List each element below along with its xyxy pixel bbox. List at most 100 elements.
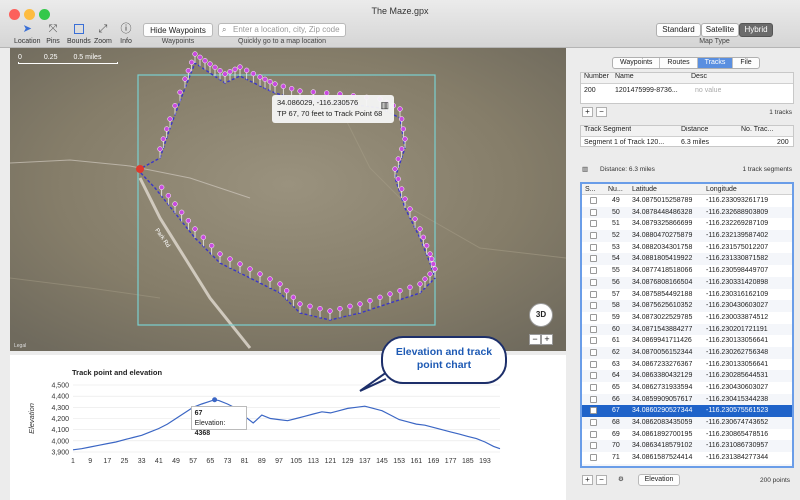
track-point-pin[interactable] <box>212 64 218 70</box>
track-point-pin[interactable] <box>237 64 243 70</box>
table-row[interactable]: 52 34.0880470275879 -116.232139587402 <box>582 230 792 242</box>
track-point-pin[interactable] <box>395 176 401 182</box>
map-type-hybrid[interactable]: Hybrid <box>739 23 773 37</box>
row-checkbox[interactable] <box>590 465 597 466</box>
info-tool[interactable]: ⓘ Info <box>119 22 133 45</box>
table-row[interactable]: Segment 1 of Track 120... 6.3 miles 200 <box>581 137 793 148</box>
col-select[interactable]: S... <box>585 184 596 195</box>
track-point-pin[interactable] <box>272 81 278 87</box>
row-checkbox[interactable] <box>590 243 597 251</box>
row-checkbox[interactable] <box>590 302 597 310</box>
track-point-pin[interactable] <box>257 271 263 277</box>
table-row[interactable]: 69 34.0861892700195 -116.230865478516 <box>582 429 792 441</box>
row-checkbox[interactable] <box>590 419 597 427</box>
row-checkbox[interactable] <box>590 220 597 228</box>
row-checkbox[interactable] <box>590 267 597 275</box>
track-point-pin[interactable] <box>407 284 413 290</box>
row-checkbox[interactable] <box>590 197 597 204</box>
row-checkbox[interactable] <box>590 337 597 345</box>
row-checkbox[interactable] <box>590 454 597 462</box>
elevation-button[interactable]: Elevation <box>638 474 680 486</box>
table-row[interactable]: 56 34.0876808166504 -116.230331420898 <box>582 276 792 289</box>
track-point-pin[interactable] <box>280 83 286 89</box>
track-point-pin[interactable] <box>432 266 438 272</box>
table-row[interactable]: 200 1201475999-8736... no value <box>581 85 793 96</box>
track-point-pin[interactable] <box>159 184 165 190</box>
track-point-pin[interactable] <box>207 61 213 67</box>
track-point-pin[interactable] <box>397 288 403 294</box>
col-no-track-points[interactable]: No. Trac... <box>741 126 773 133</box>
track-point-pin[interactable] <box>185 68 191 74</box>
track-point-pin[interactable] <box>417 226 423 232</box>
col-num[interactable]: Nu... <box>608 184 623 195</box>
track-point-pin[interactable] <box>267 276 273 282</box>
track-point-pin[interactable] <box>247 266 253 272</box>
row-checkbox[interactable] <box>590 442 597 450</box>
track-point-pin[interactable] <box>327 308 333 314</box>
track-point-pin[interactable] <box>420 234 426 240</box>
col-desc[interactable]: Desc <box>691 73 707 80</box>
track-point-pin[interactable] <box>189 59 195 65</box>
track-point-pin[interactable] <box>217 68 223 74</box>
table-row[interactable]: 51 34.0879325866699 -116.232269287109 <box>582 218 792 230</box>
track-point-pin[interactable] <box>347 303 353 309</box>
track-point-pin[interactable] <box>177 89 183 95</box>
table-row[interactable]: 59 34.0873022529785 -116.230033874512 <box>582 312 792 324</box>
map-view[interactable]: Park Rd 0 0.25 0.5 miles 34.086029, -116… <box>10 48 566 351</box>
track-point-pin[interactable] <box>244 67 250 73</box>
row-checkbox[interactable] <box>590 325 597 333</box>
map-type-satellite[interactable]: Satellite <box>701 23 739 37</box>
track-point-pin[interactable] <box>262 76 268 82</box>
table-row[interactable]: 67 34.0860290527344 -116.230575561523 <box>582 405 792 418</box>
table-row[interactable]: 53 34.0882034301758 -116.231575012207 <box>582 242 792 254</box>
table-row[interactable]: 57 34.0875854492188 -116.230316162109 <box>582 289 792 301</box>
track-point-pin[interactable] <box>185 218 191 224</box>
track-point-pin[interactable] <box>200 234 206 240</box>
track-point-pin[interactable] <box>182 76 188 82</box>
track-point-pin[interactable] <box>427 251 433 257</box>
row-checkbox[interactable] <box>590 407 597 415</box>
track-point-pin[interactable] <box>417 281 423 287</box>
tracks-table[interactable]: Number Name Desc 200 1201475999-8736... … <box>580 72 794 104</box>
table-row[interactable]: 55 34.0877418518066 -116.230598449707 <box>582 265 792 277</box>
location-tool[interactable]: ➤ Location <box>14 22 40 45</box>
table-row[interactable]: 61 34.0869941711426 -116.230133056641 <box>582 335 792 347</box>
track-point-pin[interactable] <box>192 226 198 232</box>
track-point-pin[interactable] <box>307 303 313 309</box>
track-point-pin[interactable] <box>429 256 435 262</box>
row-checkbox[interactable] <box>590 290 597 298</box>
add-track-button[interactable]: + <box>582 107 593 117</box>
track-point-pin[interactable] <box>227 256 233 262</box>
track-point-pin[interactable] <box>172 201 178 207</box>
track-point-pin[interactable] <box>232 66 238 72</box>
row-checkbox[interactable] <box>590 313 597 321</box>
track-points-table[interactable]: S... Nu... Latitude Longitude 49 34.08750… <box>580 182 794 468</box>
track-point-pin[interactable] <box>392 166 398 172</box>
track-point-pin[interactable] <box>337 306 343 312</box>
track-point-pin[interactable] <box>367 298 373 304</box>
col-track-segment[interactable]: Track Segment <box>584 126 631 133</box>
table-row[interactable]: 64 34.0863380432129 -116.230285644531 <box>582 370 792 382</box>
track-point-pin[interactable] <box>357 301 363 307</box>
tab-file[interactable]: File <box>733 58 758 68</box>
row-checkbox[interactable] <box>590 278 597 286</box>
track-point-pin[interactable] <box>399 186 405 192</box>
track-point-pin[interactable] <box>202 58 208 64</box>
table-row[interactable]: 58 34.0875625610352 -116.230430603027 <box>582 300 792 312</box>
track-point-pin[interactable] <box>397 106 403 112</box>
track-point-pin[interactable] <box>165 193 171 199</box>
track-point-pin[interactable] <box>424 243 430 249</box>
col-name[interactable]: Name <box>615 73 634 80</box>
track-point-pin[interactable] <box>400 126 406 132</box>
pins-tool[interactable]: ⤧ Pins <box>46 22 60 45</box>
col-distance[interactable]: Distance <box>681 126 708 133</box>
track-point-pin[interactable] <box>399 116 405 122</box>
track-point-pin[interactable] <box>430 261 436 267</box>
table-row[interactable]: 66 34.0859909057617 -116.230415344238 <box>582 393 792 406</box>
track-point-pin[interactable] <box>160 136 166 142</box>
table-row[interactable]: 68 34.0862083435059 -116.230674743652 <box>582 417 792 429</box>
track-point-pin[interactable] <box>395 156 401 162</box>
track-point-pin[interactable] <box>277 281 283 287</box>
track-point-pin[interactable] <box>167 116 173 122</box>
row-checkbox[interactable] <box>590 255 597 263</box>
